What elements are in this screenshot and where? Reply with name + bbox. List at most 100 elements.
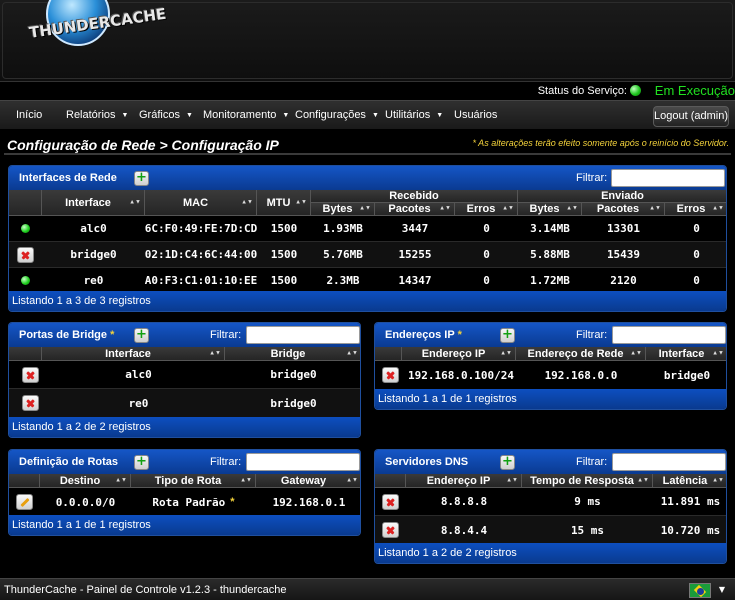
sort-icon: ▲▼ [630,350,642,356]
filter-input[interactable] [611,169,725,187]
footer-text: ThunderCache - Painel de Controle v1.2.3… [4,584,287,596]
add-route-button[interactable]: + [134,455,149,470]
table-row[interactable]: alc0 6C:F0:49:FE:7D:CD 1500 1.93MB 3447 … [9,216,726,242]
nav-graficos[interactable]: Gráficos ▼ [139,109,193,121]
cell-interface: re0 [128,396,149,410]
table-row[interactable]: re0 A0:F3:C1:01:10:EE 1500 2.3MB 14347 0… [9,268,726,293]
cell-interface: re0 [83,273,104,287]
panel-header: Endereços IP * + Filtrar: [375,323,726,347]
service-status-bar: Status do Serviço: Em Execução [0,82,735,100]
column-header-tx-bytes[interactable]: Bytes ▲▼ [518,203,582,216]
nav-configuracoes[interactable]: Configurações ▼ [295,109,379,121]
cell-tx-errors: 0 [693,248,700,261]
column-header-rx-bytes[interactable]: Bytes ▲▼ [311,203,375,216]
add-dns-button[interactable]: + [500,455,515,470]
table-row[interactable]: bridge0 02:1D:C4:6C:44:00 1500 5.76MB 15… [9,242,726,268]
cell-rx-packets: 14347 [398,273,432,287]
chevron-down-icon: ▼ [282,112,290,119]
add-bridge-port-button[interactable]: + [134,328,149,343]
sort-icon: ▲▼ [566,205,578,212]
column-header-tx-packets[interactable]: Pacotes ▲▼ [582,203,665,216]
table-row[interactable]: 192.168.0.100/24 192.168.0.0 bridge0 [375,361,726,390]
panel-header: Servidores DNS + Filtrar: [375,450,726,474]
column-header-network[interactable]: Endereço de Rede ▲▼ [516,347,646,361]
cell-mac: 02:1D:C4:6C:44:00 [144,248,258,261]
table-row[interactable]: 8.8.8.8 9 ms 11.891 ms [375,488,726,516]
column-header-bridge[interactable]: Bridge ▲▼ [225,347,360,361]
column-header-ip[interactable]: Endereço IP ▲▼ [406,474,522,488]
sort-icon: ▲▼ [240,477,252,483]
panel-header: Interfaces de Rede + Filtrar: [9,166,726,190]
cell-tx-packets: 2120 [610,273,637,287]
edit-icon[interactable] [16,494,33,510]
records-count: Listando 1 a 2 de 2 registros [378,547,517,559]
nav-monitoramento[interactable]: Monitoramento ▼ [203,109,289,121]
header: THUNDERCACHE [0,0,735,82]
chevron-down-icon[interactable]: ▼ [719,585,725,594]
sort-icon: ▲▼ [209,350,221,356]
filter-input[interactable] [612,453,726,471]
sort-icon: ▲▼ [500,350,512,356]
sort-icon: ▲▼ [712,477,724,483]
panel-footer: Listando 1 a 2 de 2 registros [9,417,360,437]
status-down-icon[interactable] [17,246,34,263]
cell-rx-errors: 0 [483,222,490,235]
action-column-header [375,347,402,361]
cell-gateway: 192.168.0.1 [272,495,346,509]
cell-network: 192.168.0.0 [544,368,618,382]
cell-interface: bridge0 [70,248,117,261]
panel-title: Definição de Rotas [19,456,119,468]
column-header-route-type[interactable]: Tipo de Rota ▲▼ [131,474,256,488]
thundercache-logo[interactable]: THUNDERCACHE [28,0,167,72]
brazil-flag-icon[interactable] [689,583,711,598]
action-column-header [9,474,40,488]
column-header-interface[interactable]: Interface ▲▼ [42,347,225,361]
filter-input[interactable] [246,453,360,471]
delete-icon[interactable] [22,395,39,411]
logout-button[interactable]: Logout (admin) [653,106,729,127]
nav-utilitarios[interactable]: Utilitários ▼ [385,109,443,121]
table-row[interactable]: 0.0.0.0/0 Rota Padrão * 192.168.0.1 [9,488,360,517]
cell-tx-errors: 0 [693,222,700,235]
column-header-rx-packets[interactable]: Pacotes ▲▼ [375,203,455,216]
cell-mtu: 1500 [270,222,298,235]
column-header-latency[interactable]: Latência ▲▼ [653,474,726,488]
cell-ip: 8.8.8.8 [440,495,488,508]
delete-icon[interactable] [382,367,399,383]
column-header-tx-errors[interactable]: Erros ▲▼ [665,203,726,216]
filter-input[interactable] [612,326,726,344]
delete-icon[interactable] [22,366,39,383]
panel-footer: Listando 1 a 3 de 3 registros [9,291,726,311]
sort-icon: ▲▼ [115,477,127,483]
panel-footer: Listando 1 a 1 de 1 registros [375,389,726,409]
sort-icon: ▲▼ [649,205,661,212]
nav-usuarios[interactable]: Usuários [454,109,497,121]
column-header-rx-errors[interactable]: Erros ▲▼ [455,203,518,216]
delete-icon[interactable] [382,522,399,538]
cell-interface: alc0 [125,368,152,381]
cell-latency: 11.891 ms [660,495,721,508]
restart-notice: * As alterações terão efeito somente apó… [472,138,729,148]
table-row[interactable]: 8.8.4.4 15 ms 10.720 ms [375,516,726,545]
add-ip-button[interactable]: + [500,328,515,343]
cell-bridge: bridge0 [270,368,317,381]
column-header-destination[interactable]: Destino ▲▼ [40,474,131,488]
nav-relatorios[interactable]: Relatórios ▼ [66,109,128,121]
column-header-gateway[interactable]: Gateway ▲▼ [256,474,360,488]
column-header-response-time[interactable]: Tempo de Resposta ▲▼ [522,474,653,488]
column-header-ip[interactable]: Endereço IP ▲▼ [402,347,516,361]
service-status-value: Em Execução [654,83,735,98]
nav-inicio[interactable]: Início [16,109,42,121]
panel-title: Portas de Bridge * [19,329,115,341]
column-header-interface[interactable]: Interface ▲▼ [646,347,726,361]
sort-icon: ▲▼ [502,205,514,212]
page-title: Configuração de Rede > Configuração IP [7,137,279,153]
panel-header: Definição de Rotas + Filtrar: [9,450,360,474]
column-group-sent: Enviado [518,190,726,203]
page-footer: ThunderCache - Painel de Controle v1.2.3… [0,578,735,600]
table-row[interactable]: alc0 bridge0 [9,361,360,389]
delete-icon[interactable] [382,493,399,510]
add-interface-button[interactable]: + [134,171,149,186]
filter-input[interactable] [246,326,360,344]
table-row[interactable]: re0 bridge0 [9,389,360,418]
